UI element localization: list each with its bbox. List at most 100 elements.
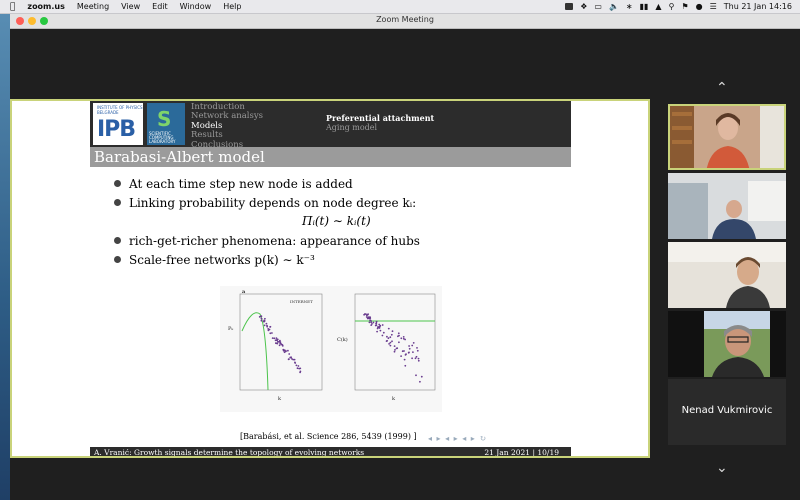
gallery-scroll-down-icon[interactable]: ⌄ <box>716 460 728 476</box>
control-center-icon[interactable]: ☰ <box>710 2 717 11</box>
plot-point <box>278 344 281 347</box>
plot-point <box>377 326 379 328</box>
plot-point <box>369 319 371 322</box>
slide-section-nav: Introduction Network analsys Models Resu… <box>191 102 263 150</box>
apple-menu-icon[interactable]:  <box>10 2 15 12</box>
zoom-status-icon[interactable] <box>565 3 574 10</box>
window-titlebar[interactable]: Zoom Meeting <box>10 14 800 29</box>
plot-point <box>402 336 405 338</box>
menu-window[interactable]: Window <box>180 2 212 11</box>
nav-aging-model: Aging model <box>326 123 378 132</box>
footer-date-page: 21 Jan 2021 | 10/19 <box>484 448 559 456</box>
mac-menu-bar:  zoom.us Meeting View Edit Window Help … <box>0 0 800 14</box>
flag-icon[interactable]: ⚑ <box>681 2 688 11</box>
bullet-text: Linking probability depends on node degr… <box>129 196 417 210</box>
bullet-list: At each time step new node is added Link… <box>114 175 420 270</box>
plot-point <box>412 351 414 353</box>
bullet-text: Scale-free networks p(k) ∼ k⁻³ <box>129 253 315 267</box>
plot-point <box>403 358 406 361</box>
plot-point <box>260 319 263 322</box>
ipb-logo-text: IPB <box>97 117 136 142</box>
video-tile[interactable] <box>668 242 786 308</box>
wifi-icon[interactable]: ▲ <box>655 2 661 11</box>
beamer-nav-icons[interactable]: ◂ ▸ ◂ ▸ ◂ ▸ ↻ <box>428 434 487 443</box>
video-tile-active-speaker[interactable] <box>668 104 786 170</box>
plot-point <box>386 335 388 338</box>
user-icon[interactable]: ● <box>696 2 703 11</box>
participant-video <box>668 242 786 308</box>
plot-point <box>297 365 300 367</box>
menu-view[interactable]: View <box>121 2 140 11</box>
screen-share-view[interactable]: INSTITUTE OF PHYSICS BELGRADE IPB S SCIE… <box>10 99 650 458</box>
plot-point <box>400 337 403 340</box>
plot-point <box>411 344 414 347</box>
plot-point <box>420 375 423 378</box>
participant-video <box>668 311 786 377</box>
slide-subsection-nav: Preferential attachment Aging model <box>326 113 434 133</box>
panel-a-tag: INTERNET <box>290 299 313 304</box>
plot-point <box>397 332 400 335</box>
plot-point <box>414 357 417 360</box>
participant-video <box>670 106 784 168</box>
plot-point <box>295 364 298 367</box>
plot-point <box>299 367 302 370</box>
plot-point <box>363 313 365 316</box>
plot-point <box>389 344 392 347</box>
video-tile[interactable] <box>668 173 786 239</box>
menu-app-name[interactable]: zoom.us <box>27 2 64 11</box>
dropbox-icon[interactable]: ❖ <box>580 2 587 11</box>
plot-point <box>269 332 272 335</box>
search-icon[interactable]: ⚲ <box>669 2 675 11</box>
nav-preferential-attachment: Preferential attachment <box>326 113 435 123</box>
plot-point <box>393 345 396 347</box>
citation: [Barabási, et al. Science 286, 5439 (199… <box>240 432 417 441</box>
menu-edit[interactable]: Edit <box>152 2 168 11</box>
plot-point <box>379 329 382 332</box>
plot-point <box>260 315 263 318</box>
panel-a-ylabel: Pₖ <box>228 326 233 332</box>
plot-point <box>389 341 392 344</box>
plot-point <box>412 342 415 344</box>
bullet-icon <box>114 180 121 187</box>
plot-point <box>376 330 378 333</box>
bluetooth-icon[interactable]: ∗ <box>626 2 633 11</box>
plot-point <box>267 329 270 332</box>
bullet-icon <box>114 199 121 206</box>
volume-icon[interactable]: 🔈 <box>609 2 619 11</box>
screen-icon[interactable]: ▭ <box>594 2 602 11</box>
plot-point <box>382 331 385 334</box>
video-tile-off[interactable]: Nenad Vukmirovic <box>668 379 786 445</box>
plot-point <box>376 327 379 330</box>
video-tile[interactable] <box>668 311 786 377</box>
plot-point <box>365 313 367 315</box>
plot-point <box>269 325 272 328</box>
clock[interactable]: Thu 21 Jan 14:16 <box>724 2 792 11</box>
scl-logo: S SCIENTIFIC COMPUTING LABORATORY <box>147 103 185 145</box>
plot-point <box>417 357 420 360</box>
participant-name: Nenad Vukmirovic <box>681 405 773 416</box>
meeting-content: INSTITUTE OF PHYSICS BELGRADE IPB S SCIE… <box>10 29 800 500</box>
figure-background <box>220 286 442 412</box>
plot-point <box>296 367 299 370</box>
plot-point <box>378 327 381 329</box>
plot-point <box>367 313 369 316</box>
menu-meeting[interactable]: Meeting <box>77 2 109 11</box>
bullet-text: rich-get-richer phenomena: appearance of… <box>129 234 420 248</box>
plot-point <box>281 345 284 347</box>
plot-point <box>279 341 282 344</box>
plot-point <box>415 355 418 358</box>
zoom-window: Zoom Meeting INSTITUTE OF PHYSICS BELGRA… <box>10 14 800 500</box>
battery-icon[interactable]: ▮▮ <box>640 2 649 11</box>
degree-distribution-figure: a INTERNET Pₖ k C(k) k <box>220 286 442 412</box>
plot-point <box>419 380 421 383</box>
plot-point <box>391 340 393 343</box>
menu-help[interactable]: Help <box>223 2 241 11</box>
slide-title-bar: Barabasi-Albert model <box>90 147 571 167</box>
plot-point <box>398 341 400 344</box>
plot-point <box>400 355 402 357</box>
plot-point <box>386 339 388 342</box>
gallery-scroll-up-icon[interactable]: ⌃ <box>716 80 728 96</box>
bullet-item: At each time step new node is added <box>114 175 420 194</box>
plot-point <box>404 364 407 367</box>
plot-point <box>391 330 394 333</box>
